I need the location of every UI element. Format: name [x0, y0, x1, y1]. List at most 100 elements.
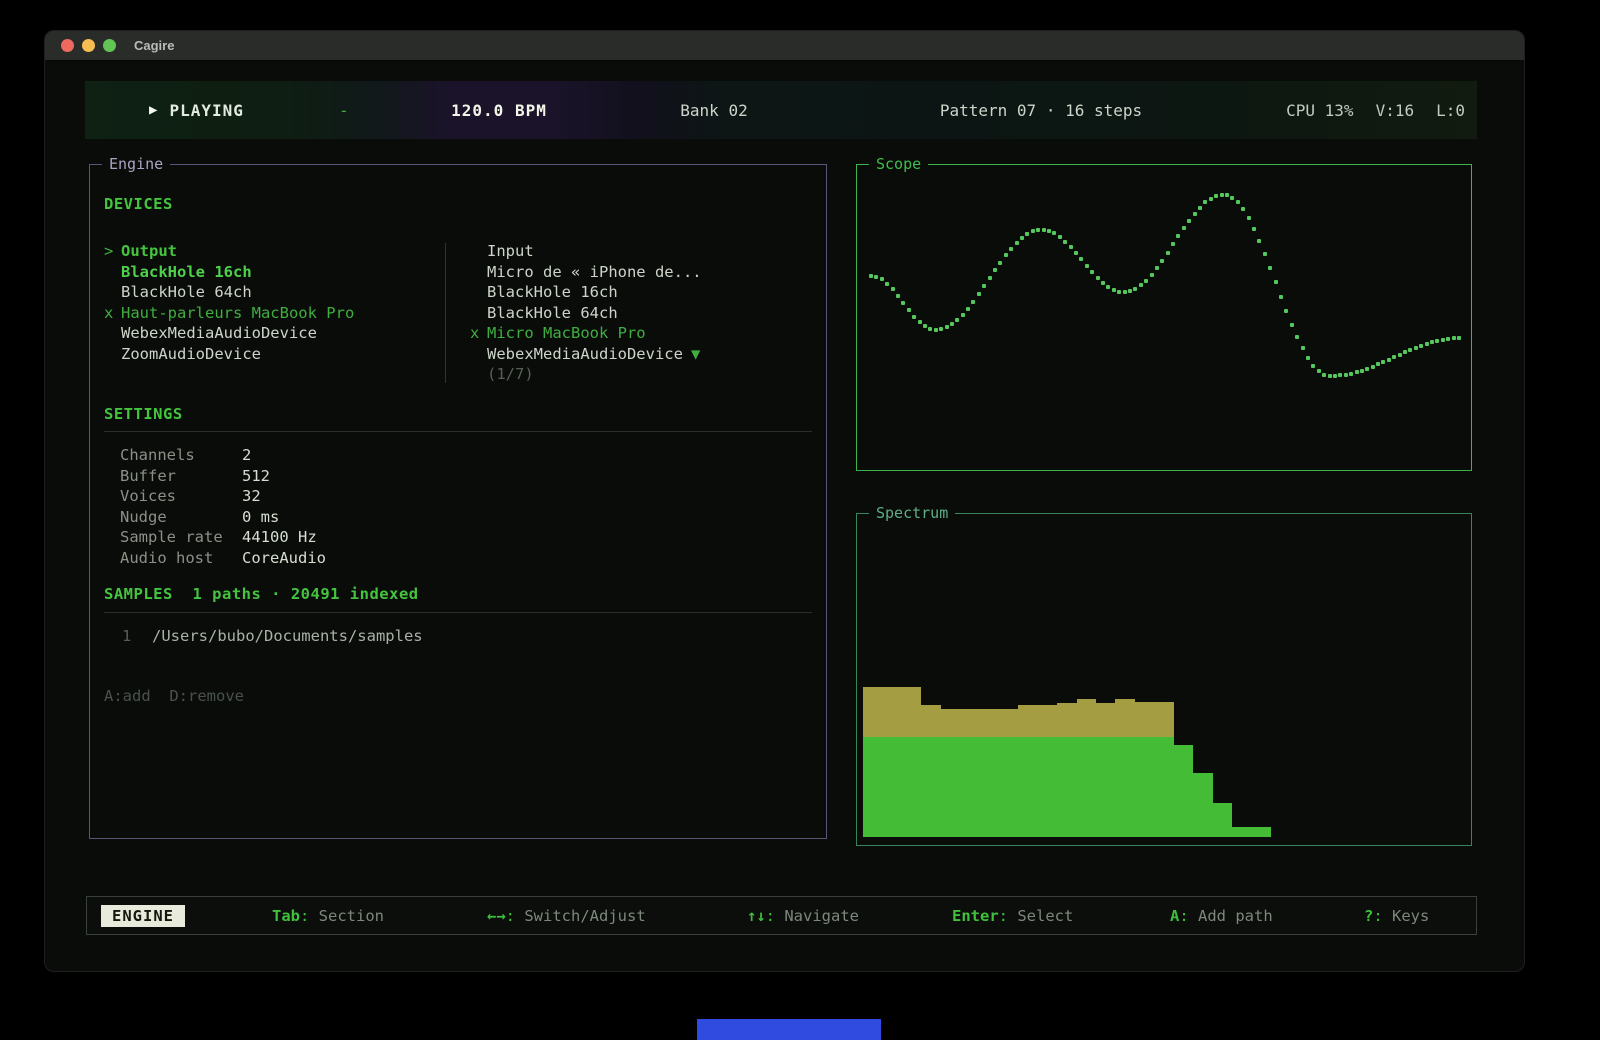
pattern-display: Pattern 07 · 16 steps	[940, 81, 1142, 139]
spectrum-bar-green	[1174, 745, 1193, 837]
spectrum-bar-green	[1154, 737, 1173, 837]
hint-desc: Section	[309, 907, 384, 925]
scope-dot	[1403, 350, 1407, 354]
key-hint-: ↑↓: Navigate	[747, 907, 859, 925]
spectrum-bar	[1349, 518, 1368, 837]
minimize-button[interactable]	[82, 39, 95, 52]
scope-dot	[1311, 364, 1315, 368]
output-device-item[interactable]: WebexMediaAudioDevice	[104, 323, 434, 344]
maximize-button[interactable]	[103, 39, 116, 52]
hint-key: ←→	[487, 907, 506, 925]
device-label: BlackHole 64ch	[121, 282, 252, 303]
hint-colon: :	[1179, 907, 1188, 925]
spectrum-bar-yellow	[902, 687, 921, 736]
setting-row[interactable]: Nudge0 ms	[120, 507, 326, 528]
spectrum-bar	[1213, 518, 1232, 837]
spectrum-bar	[960, 518, 979, 837]
scope-dot	[1015, 241, 1019, 245]
scope-dot	[1435, 339, 1439, 343]
spectrum-bar-yellow	[980, 709, 999, 736]
spectrum-bar	[863, 518, 882, 837]
output-device-item[interactable]: xHaut-parleurs MacBook Pro	[104, 303, 434, 324]
scope-dot	[1392, 355, 1396, 359]
output-device-item[interactable]: ZoomAudioDevice	[104, 344, 434, 365]
more-items-icon: ▼	[691, 344, 700, 365]
input-device-item[interactable]: Micro de « iPhone de...	[470, 262, 800, 283]
spectrum-bar	[980, 518, 999, 837]
scope-dot	[1009, 247, 1013, 251]
setting-row[interactable]: Audio hostCoreAudio	[120, 548, 326, 569]
scope-dot	[1058, 235, 1062, 239]
scope-dot	[1139, 283, 1143, 287]
input-device-item[interactable]: WebexMediaAudioDevice▼	[470, 344, 800, 365]
status-bar: ENGINE Tab: Section←→: Switch/Adjust↑↓: …	[86, 896, 1477, 935]
spectrum-bar-green	[1018, 737, 1037, 837]
scope-dot	[945, 325, 949, 329]
transport-bar: ▶ PLAYING - 120.0 BPM Bank 02 Pattern 07…	[85, 81, 1477, 139]
output-device-item[interactable]: BlackHole 16ch	[104, 262, 434, 283]
setting-label: Audio host	[120, 548, 242, 569]
close-button[interactable]	[61, 39, 74, 52]
spectrum-bar-green	[1077, 737, 1096, 837]
scope-dot	[1344, 373, 1348, 377]
scope-dot	[1317, 369, 1321, 373]
sample-path-row[interactable]: 1 /Users/bubo/Documents/samples	[122, 627, 423, 645]
hint-colon: :	[766, 907, 775, 925]
scope-dot	[1020, 236, 1024, 240]
scope-dot	[1274, 280, 1278, 284]
scope-dot	[1295, 335, 1299, 339]
input-device-item[interactable]: xMicro MacBook Pro	[470, 323, 800, 344]
spectrum-panel: Spectrum	[856, 513, 1472, 846]
setting-row[interactable]: Sample rate44100 Hz	[120, 527, 326, 548]
device-active-marker	[470, 364, 487, 385]
hint-desc: Select	[1008, 907, 1073, 925]
scope-dot	[923, 324, 927, 328]
scope-panel: Scope	[856, 164, 1472, 471]
spectrum-bar-green	[1251, 827, 1270, 837]
setting-row[interactable]: Voices32	[120, 486, 326, 507]
spectrum-bar-green	[1057, 737, 1076, 837]
engine-panel: Engine DEVICES >Output BlackHole 16ch Bl…	[89, 164, 827, 839]
spectrum-bar	[1232, 518, 1251, 837]
spectrum-bar-green	[921, 737, 940, 837]
spectrum-bar	[1154, 518, 1173, 837]
device-active-marker	[470, 282, 487, 303]
spectrum-bar-green	[1038, 737, 1057, 837]
input-device-item[interactable]: BlackHole 16ch	[470, 282, 800, 303]
device-label: BlackHole 16ch	[121, 262, 252, 283]
spectrum-bar-yellow	[1096, 703, 1115, 736]
scope-dot	[1301, 346, 1305, 350]
scope-dot	[1446, 337, 1450, 341]
key-hint-: ←→: Switch/Adjust	[487, 907, 646, 925]
key-hint-enter: Enter: Select	[952, 907, 1073, 925]
spectrum-bar-yellow	[960, 709, 979, 736]
spectrum-bar-yellow	[1154, 702, 1173, 736]
scope-dot	[1155, 266, 1159, 270]
hint-colon: :	[999, 907, 1008, 925]
scope-dot	[1085, 264, 1089, 268]
transport-label: PLAYING	[169, 101, 243, 120]
scope-dot	[1360, 369, 1364, 373]
setting-value: 32	[242, 486, 261, 507]
scope-dot	[1187, 219, 1191, 223]
scope-dot	[1112, 288, 1116, 292]
spectrum-bar-yellow	[1018, 705, 1037, 737]
device-active-marker	[470, 303, 487, 324]
setting-row[interactable]: Channels2	[120, 445, 326, 466]
device-active-marker	[104, 323, 121, 344]
scope-dot	[1074, 251, 1078, 255]
scope-dot	[1322, 373, 1326, 377]
scope-dot	[1193, 212, 1197, 216]
scope-dot	[1263, 252, 1267, 256]
scope-dot	[1371, 365, 1375, 369]
spectrum-bar	[1387, 518, 1406, 837]
input-device-item: (1/7)	[470, 364, 800, 385]
input-device-item[interactable]: BlackHole 64ch	[470, 303, 800, 324]
spectrum-bar-green	[980, 737, 999, 837]
scope-dot	[1252, 227, 1256, 231]
scope-dot	[1176, 234, 1180, 238]
spectrum-bar-green	[902, 737, 921, 837]
output-device-item[interactable]: BlackHole 64ch	[104, 282, 434, 303]
spectrum-bar	[1193, 518, 1212, 837]
setting-row[interactable]: Buffer512	[120, 466, 326, 487]
